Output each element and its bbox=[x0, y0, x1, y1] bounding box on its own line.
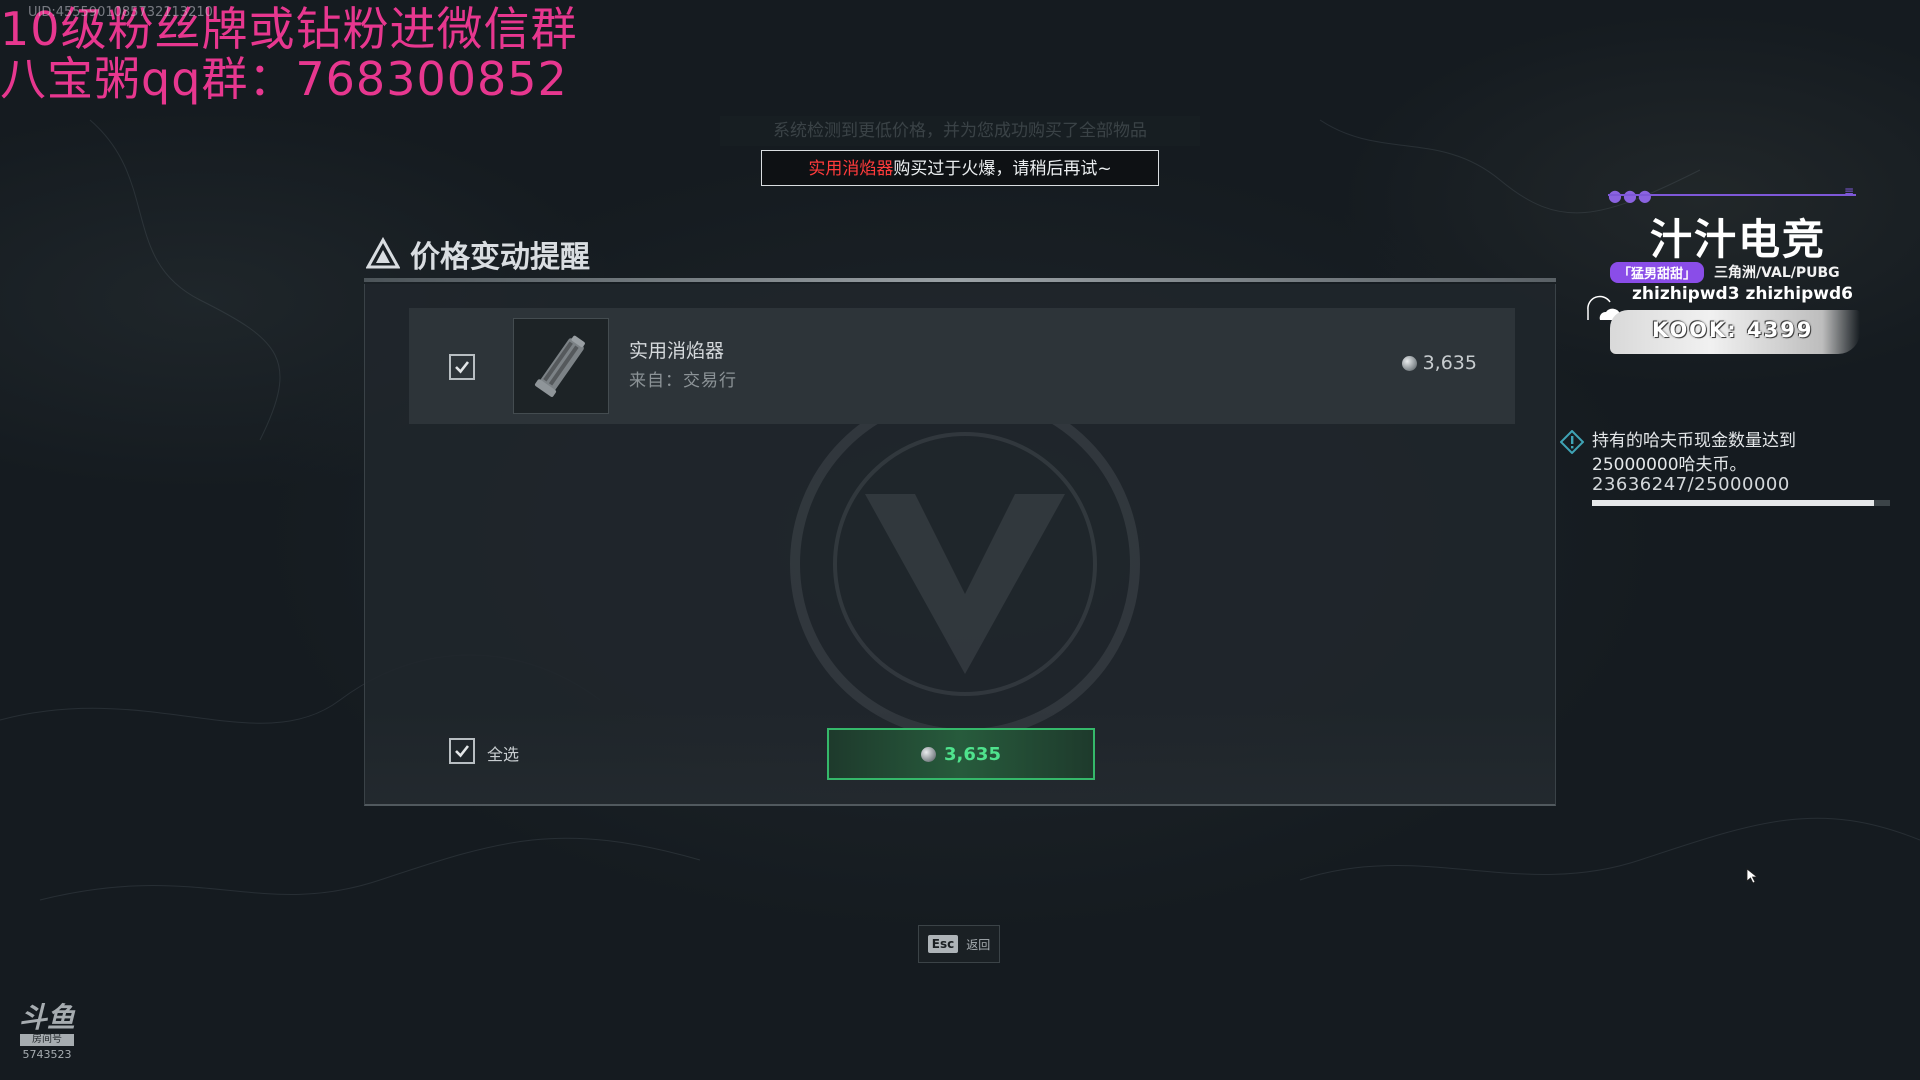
dialog-title-text: 价格变动提醒 bbox=[410, 240, 590, 275]
flash-hider-icon bbox=[534, 335, 585, 397]
back-label: 返回 bbox=[966, 937, 991, 952]
item-thumbnail bbox=[513, 318, 609, 414]
douyu-logo: 斗鱼 房间号 5743523 bbox=[16, 1001, 78, 1062]
panel-top-rule bbox=[1608, 194, 1856, 196]
checkmark-icon bbox=[455, 361, 470, 374]
streamer-name: 汁汁电竞 bbox=[1650, 215, 1827, 264]
streamer-tag-badge: 「猛男甜甜」 bbox=[1610, 262, 1705, 283]
faction-emblem-watermark bbox=[790, 389, 1140, 739]
alert-diamond-icon bbox=[1560, 430, 1584, 454]
item-price-value: 3,635 bbox=[1422, 352, 1477, 374]
toast-message: 购买过于火爆，请稍后再试~ bbox=[893, 159, 1112, 179]
panel-menu-icon: ≡ bbox=[1843, 184, 1854, 198]
item-source: 来自：交易行 bbox=[629, 371, 737, 391]
douyu-mark-icon: 斗鱼 bbox=[18, 1001, 75, 1034]
streamer-info-panel: ●●● ≡ 汁汁电竞 「猛男甜甜」 三角洲/VAL/PUBG zhizhipwd… bbox=[1580, 184, 1860, 366]
back-button[interactable]: Esc 返回 bbox=[918, 925, 1000, 963]
room-number-label: 房间号 bbox=[20, 1034, 74, 1046]
item-row[interactable]: 实用消焰器 来自：交易行 3,635 bbox=[409, 308, 1515, 424]
price-change-dialog: 实用消焰器 来自：交易行 3,635 全选 3,635 bbox=[364, 284, 1556, 806]
item-name: 实用消焰器 bbox=[629, 340, 725, 362]
dialog-header-rule bbox=[364, 278, 1556, 282]
mouse-cursor-icon bbox=[1746, 868, 1759, 884]
game-screen: UID:4555901085732113210 10级粉丝牌或钻粉进微信群 八宝… bbox=[0, 0, 1920, 1080]
room-number: 5743523 bbox=[22, 1048, 72, 1061]
toast-item-name: 实用消焰器 bbox=[808, 159, 894, 179]
coin-icon bbox=[1401, 355, 1417, 371]
uid-watermark: UID:4555901085732113210 bbox=[28, 5, 213, 20]
purchase-toast: 实用消焰器购买过于火爆，请稍后再试~ bbox=[761, 150, 1159, 186]
esc-key-icon: Esc bbox=[927, 935, 959, 953]
select-all-checkbox[interactable] bbox=[449, 738, 475, 764]
overlay-line-qq: 八宝粥qq群：768300852 bbox=[0, 52, 568, 106]
dialog-title: 价格变动提醒 bbox=[366, 232, 590, 276]
select-all-label[interactable]: 全选 bbox=[487, 741, 519, 765]
item-price: 3,635 bbox=[1401, 352, 1477, 374]
achievement-line-2: 25000000哈夫币。 bbox=[1592, 455, 1747, 475]
achievement-progress-bar bbox=[1592, 500, 1890, 506]
buy-button[interactable]: 3,635 bbox=[827, 728, 1095, 780]
achievement-line-1: 持有的哈夫币现金数量达到 bbox=[1592, 431, 1796, 451]
system-notice-faded: 系统检测到更低价格，并为您成功购买了全部物品 bbox=[720, 116, 1200, 146]
warning-triangle-icon bbox=[366, 237, 400, 269]
stream-overlay: UID:4555901085732113210 10级粉丝牌或钻粉进微信群 八宝… bbox=[0, 0, 578, 104]
coin-icon bbox=[921, 746, 937, 762]
item-checkbox[interactable] bbox=[449, 354, 475, 380]
streamer-games: 三角洲/VAL/PUBG bbox=[1714, 265, 1840, 281]
buy-button-price: 3,635 bbox=[944, 743, 1001, 765]
streamer-ids: zhizhipwd3 zhizhipwd6 bbox=[1632, 284, 1853, 304]
kook-server: KOOK: 4399 bbox=[1652, 318, 1814, 342]
achievement-progress-text: 23636247/25000000 bbox=[1592, 474, 1790, 495]
achievement-progress-fill bbox=[1592, 500, 1874, 506]
checkmark-icon bbox=[455, 745, 470, 758]
